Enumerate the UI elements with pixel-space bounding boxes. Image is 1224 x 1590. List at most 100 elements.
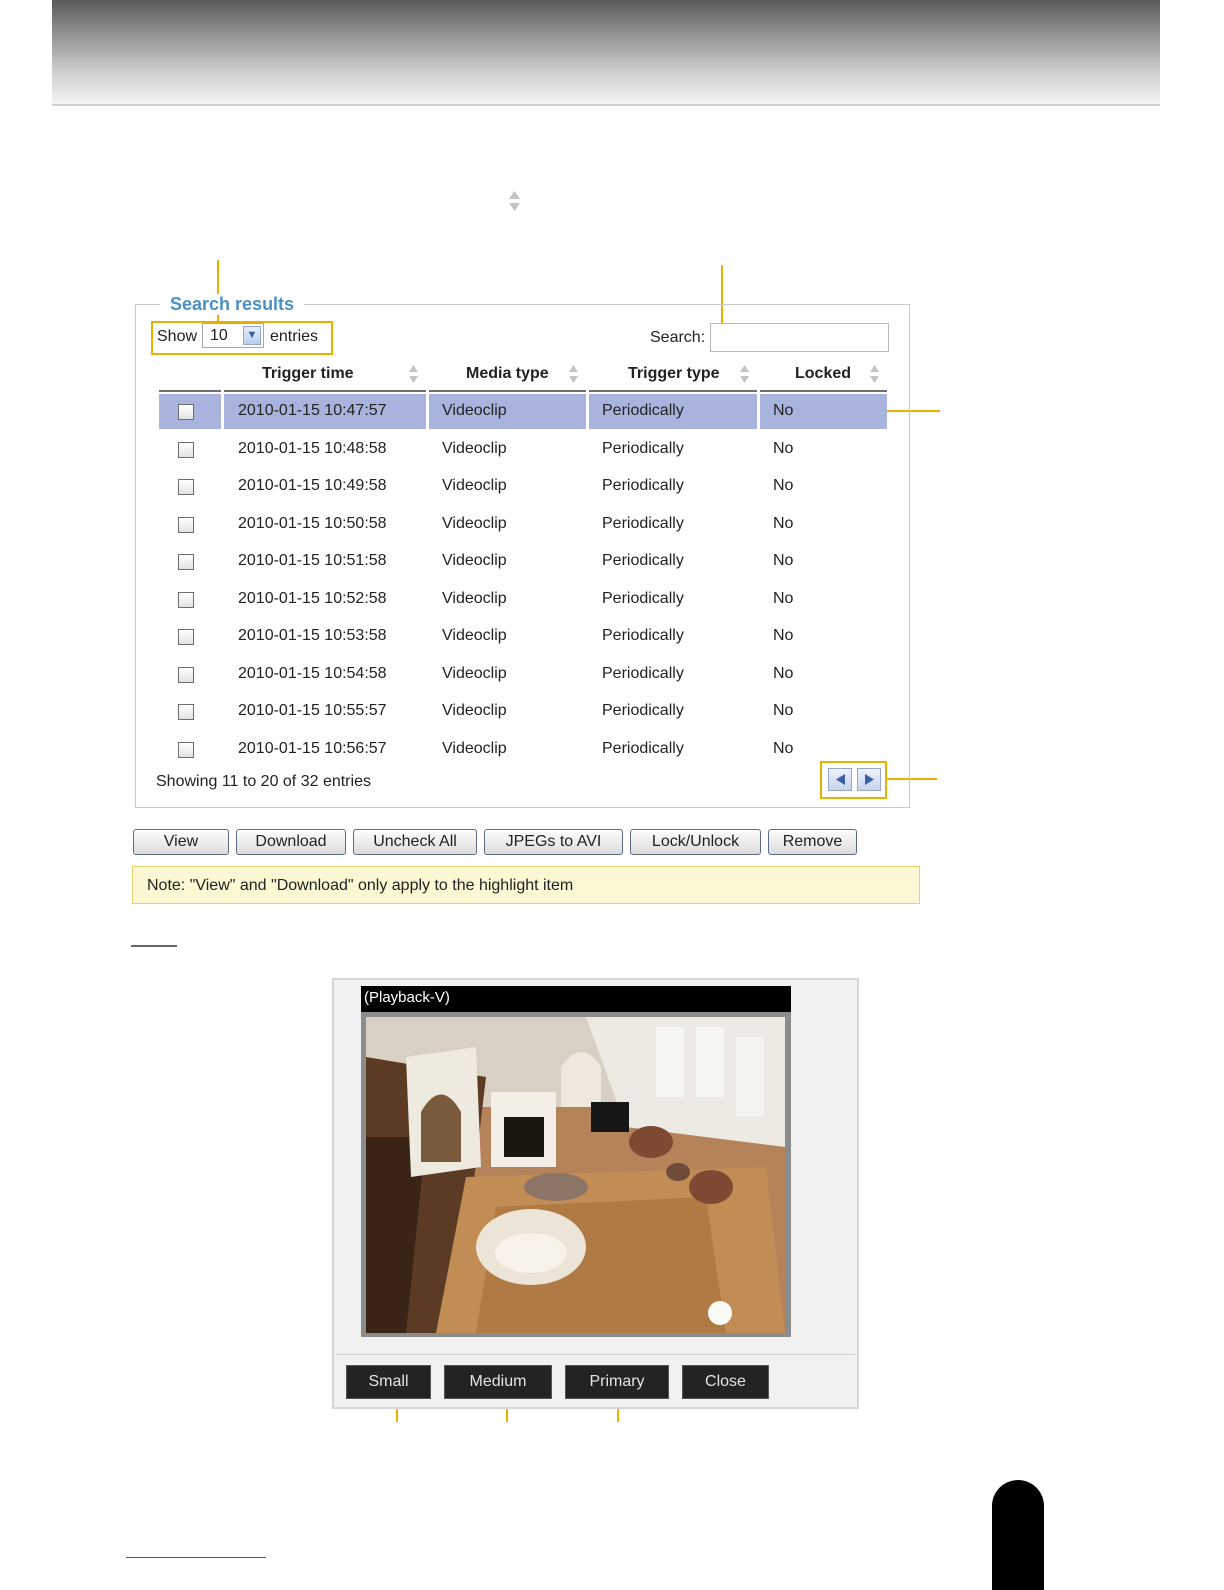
- remove-button[interactable]: Remove: [768, 829, 857, 855]
- cell-locked: No: [773, 439, 794, 457]
- column-header-media-type[interactable]: Media type: [466, 365, 549, 383]
- cell-media-type: Videoclip: [442, 739, 507, 757]
- cell-trigger-time: 2010-01-15 10:49:58: [238, 477, 387, 494]
- chevron-down-icon[interactable]: ▼: [243, 326, 261, 345]
- close-button[interactable]: Close: [682, 1365, 769, 1399]
- playback-title-bar: (Playback-V): [361, 986, 791, 1012]
- cell-trigger-time: 2010-01-15 10:48:58: [238, 439, 387, 457]
- cell-trigger-type: Periodically: [602, 402, 684, 419]
- column-header-trigger-type[interactable]: Trigger type: [628, 365, 720, 383]
- header-underline: [159, 390, 221, 392]
- cell-locked: No: [773, 552, 794, 569]
- cell-media-type: Videoclip: [442, 514, 507, 532]
- cell-media-type: Videoclip: [442, 552, 507, 569]
- table-info: Showing 11 to 20 of 32 entries: [156, 773, 371, 790]
- sort-arrows-icon[interactable]: [568, 364, 579, 384]
- divider: [131, 945, 177, 947]
- cell-trigger-time: 2010-01-15 10:54:58: [238, 664, 387, 682]
- cell-trigger-type: Periodically: [602, 514, 684, 532]
- cell-trigger-type: Periodically: [602, 739, 684, 757]
- column-header-trigger-time[interactable]: Trigger time: [262, 365, 354, 383]
- cell-trigger-time: 2010-01-15 10:53:58: [238, 627, 387, 644]
- row-checkbox[interactable]: [178, 741, 194, 758]
- cell-locked: No: [773, 477, 794, 494]
- cell-locked: No: [773, 702, 794, 719]
- cell-locked: No: [773, 664, 794, 682]
- cell-trigger-time: 2010-01-15 10:55:57: [238, 702, 387, 719]
- row-checkbox[interactable]: [178, 704, 194, 720]
- medium-button[interactable]: Medium: [444, 1365, 552, 1399]
- header-underline: [224, 390, 426, 392]
- cell-media-type: Videoclip: [442, 402, 507, 419]
- search-label: Search:: [650, 329, 706, 346]
- row-checkbox[interactable]: [178, 516, 194, 533]
- row-checkbox[interactable]: [178, 404, 194, 420]
- sort-arrows-icon[interactable]: [739, 364, 750, 384]
- divider: [336, 1354, 855, 1355]
- cell-locked: No: [773, 402, 794, 419]
- cell-media-type: Videoclip: [442, 439, 507, 457]
- arrow-right-icon: [865, 774, 874, 785]
- cell-trigger-time: 2010-01-15 10:47:57: [238, 402, 387, 419]
- download-button[interactable]: Download: [236, 829, 346, 855]
- cell-media-type: Videoclip: [442, 627, 507, 644]
- cell-media-type: Videoclip: [442, 702, 507, 719]
- row-checkbox[interactable]: [178, 591, 194, 608]
- row-checkbox[interactable]: [178, 479, 194, 495]
- sort-arrows-icon[interactable]: [869, 364, 880, 384]
- search-results-legend: Search results: [160, 294, 305, 315]
- cell-trigger-type: Periodically: [602, 552, 684, 569]
- jpegs-to-avi-button[interactable]: JPEGs to AVI: [484, 829, 623, 855]
- row-checkbox[interactable]: [178, 554, 194, 570]
- cell-locked: No: [773, 589, 794, 607]
- sort-arrows-icon: [509, 191, 520, 211]
- row-checkbox[interactable]: [178, 629, 194, 645]
- search-input[interactable]: [710, 323, 889, 352]
- header-underline: [429, 390, 586, 392]
- cell-trigger-type: Periodically: [602, 627, 684, 644]
- page-header-band: [52, 0, 1160, 106]
- show-label: Show: [157, 328, 198, 345]
- previous-page-button[interactable]: [828, 768, 852, 791]
- column-separator: [426, 394, 429, 429]
- cell-trigger-time: 2010-01-15 10:51:58: [238, 552, 387, 569]
- cell-media-type: Videoclip: [442, 664, 507, 682]
- header-underline: [760, 390, 887, 392]
- cell-trigger-time: 2010-01-15 10:52:58: [238, 589, 387, 607]
- cell-trigger-time: 2010-01-15 10:50:58: [238, 514, 387, 532]
- video-frame-image: [366, 1017, 785, 1333]
- primary-button[interactable]: Primary: [565, 1365, 669, 1399]
- next-page-button[interactable]: [857, 768, 881, 791]
- cell-trigger-type: Periodically: [602, 702, 684, 719]
- header-underline: [589, 390, 757, 392]
- arrow-left-icon: [836, 774, 845, 785]
- cell-trigger-type: Periodically: [602, 664, 684, 682]
- page-length-select[interactable]: 10 ▼: [202, 323, 264, 348]
- cell-trigger-type: Periodically: [602, 477, 684, 494]
- cell-locked: No: [773, 627, 794, 644]
- cell-trigger-type: Periodically: [602, 439, 684, 457]
- small-button[interactable]: Small: [346, 1365, 431, 1399]
- column-separator: [221, 394, 224, 429]
- row-checkbox[interactable]: [178, 441, 194, 458]
- page-number-tab: [992, 1480, 1044, 1590]
- footer-link-underline: [126, 1557, 266, 1558]
- column-separator: [757, 394, 760, 429]
- cell-locked: No: [773, 514, 794, 532]
- page-length-value: 10: [210, 327, 228, 344]
- uncheck-all-button[interactable]: Uncheck All: [353, 829, 477, 855]
- row-checkbox[interactable]: [178, 666, 194, 683]
- view-button[interactable]: View: [133, 829, 229, 855]
- cell-trigger-type: Periodically: [602, 589, 684, 607]
- sort-arrows-icon[interactable]: [408, 364, 419, 384]
- note-box: Note: "View" and "Download" only apply t…: [132, 866, 920, 904]
- column-header-locked[interactable]: Locked: [795, 365, 851, 383]
- entries-label: entries: [270, 328, 319, 345]
- cell-trigger-time: 2010-01-15 10:56:57: [238, 739, 387, 757]
- cell-locked: No: [773, 739, 794, 757]
- video-viewport[interactable]: [366, 1017, 785, 1333]
- cell-media-type: Videoclip: [442, 477, 507, 494]
- lock-unlock-button[interactable]: Lock/Unlock: [630, 829, 761, 855]
- column-separator: [586, 394, 589, 429]
- cell-media-type: Videoclip: [442, 589, 507, 607]
